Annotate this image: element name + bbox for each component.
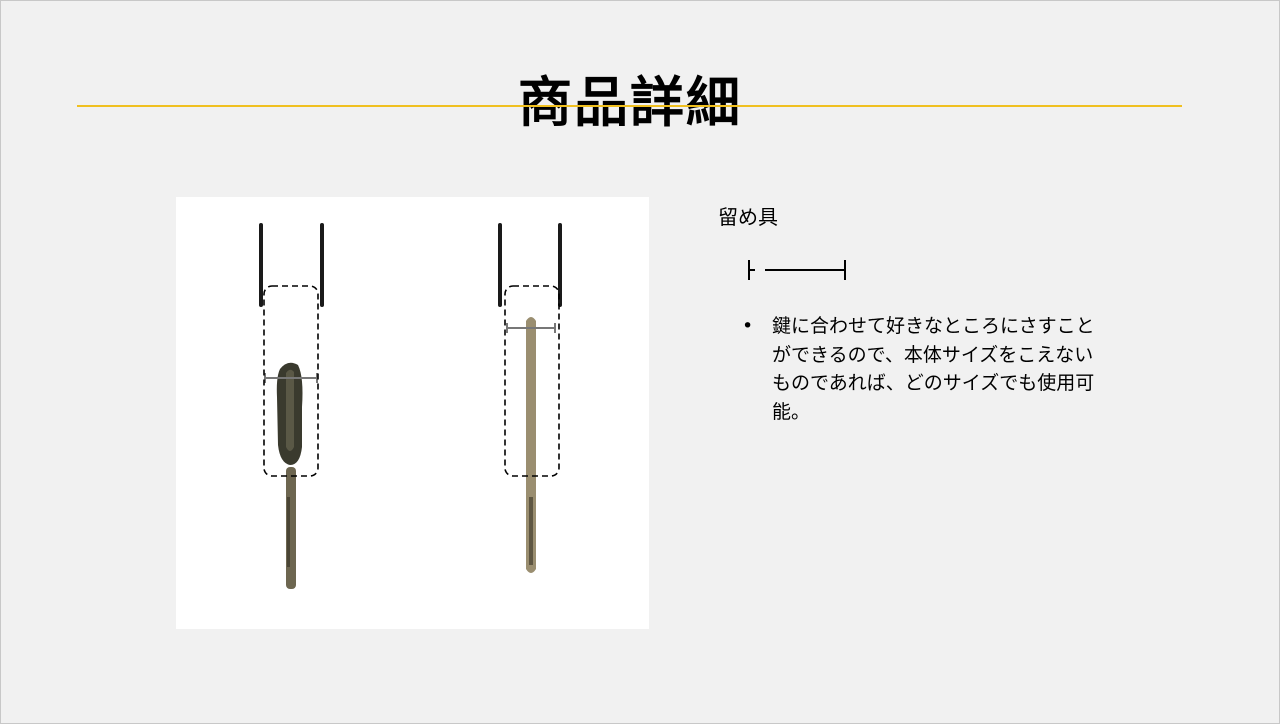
- title-underline: [77, 105, 1182, 107]
- slide-title: 商品詳細: [518, 71, 742, 135]
- product-photo: [176, 197, 649, 629]
- detail-bullets: • 鍵に合わせて好きなところにさすことができるので、本体サイズをこえないものであ…: [742, 312, 1112, 426]
- bullet-item: • 鍵に合わせて好きなところにさすことができるので、本体サイズをこえないものであ…: [742, 312, 1112, 426]
- fastener-bar-icon: [748, 260, 846, 280]
- bullet-text: 鍵に合わせて好きなところにさすことができるので、本体サイズをこえないものであれば…: [772, 315, 1095, 423]
- left-holder: [259, 223, 324, 589]
- fastener-label: 留め具: [718, 205, 778, 229]
- bullet-dot-icon: •: [742, 315, 754, 337]
- right-holder: [498, 223, 562, 573]
- key-holder-illustration: [259, 223, 562, 589]
